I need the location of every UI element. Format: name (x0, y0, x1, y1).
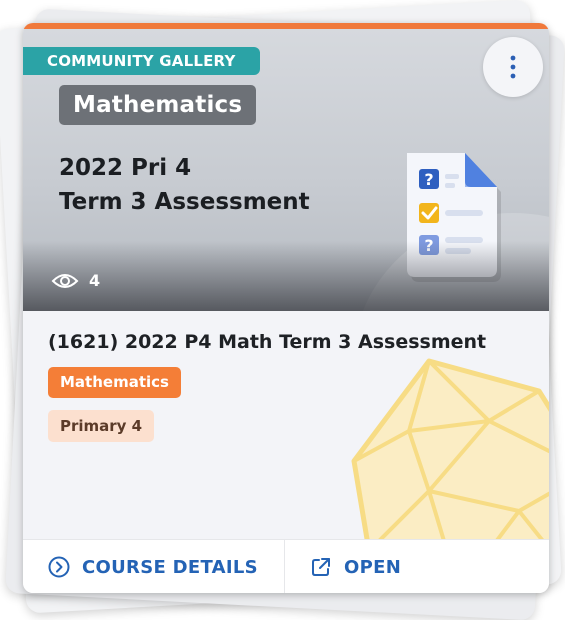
banner-fade-overlay (23, 241, 549, 311)
subject-tag: Mathematics (48, 367, 181, 398)
community-gallery-badge: COMMUNITY GALLERY (23, 47, 260, 75)
svg-text:?: ? (424, 170, 433, 189)
course-title[interactable]: (1621) 2022 P4 Math Term 3 Assessment (48, 331, 486, 353)
eye-icon (51, 273, 79, 288)
course-details-label: COURSE DETAILS (82, 556, 258, 578)
course-card[interactable]: COMMUNITY GALLERY Mathematics 2022 Pri 4… (23, 23, 549, 593)
banner-title-line-1: 2022 Pri 4 (59, 155, 192, 181)
accent-stripe (23, 23, 549, 29)
card-menu-button[interactable] (483, 37, 543, 97)
chevron-circle-right-icon (48, 556, 70, 578)
course-details-button[interactable]: COURSE DETAILS (23, 540, 285, 593)
banner-subject-chip: Mathematics (59, 85, 257, 125)
views-count: 4 (89, 271, 101, 290)
polyhedron-decoration (351, 358, 549, 539)
level-tag: Primary 4 (48, 410, 155, 442)
open-label: OPEN (344, 556, 402, 578)
banner-title: 2022 Pri 4 Term 3 Assessment (59, 151, 310, 219)
views-counter: 4 (51, 271, 100, 290)
external-link-icon (312, 558, 330, 576)
card-banner: COMMUNITY GALLERY Mathematics 2022 Pri 4… (23, 29, 549, 311)
card-body: (1621) 2022 P4 Math Term 3 Assessment Ma… (23, 311, 549, 539)
card-footer: COURSE DETAILS OPEN (23, 539, 549, 593)
banner-title-line-2: Term 3 Assessment (59, 189, 310, 215)
more-vertical-icon (510, 55, 516, 79)
open-button[interactable]: OPEN (285, 540, 401, 593)
